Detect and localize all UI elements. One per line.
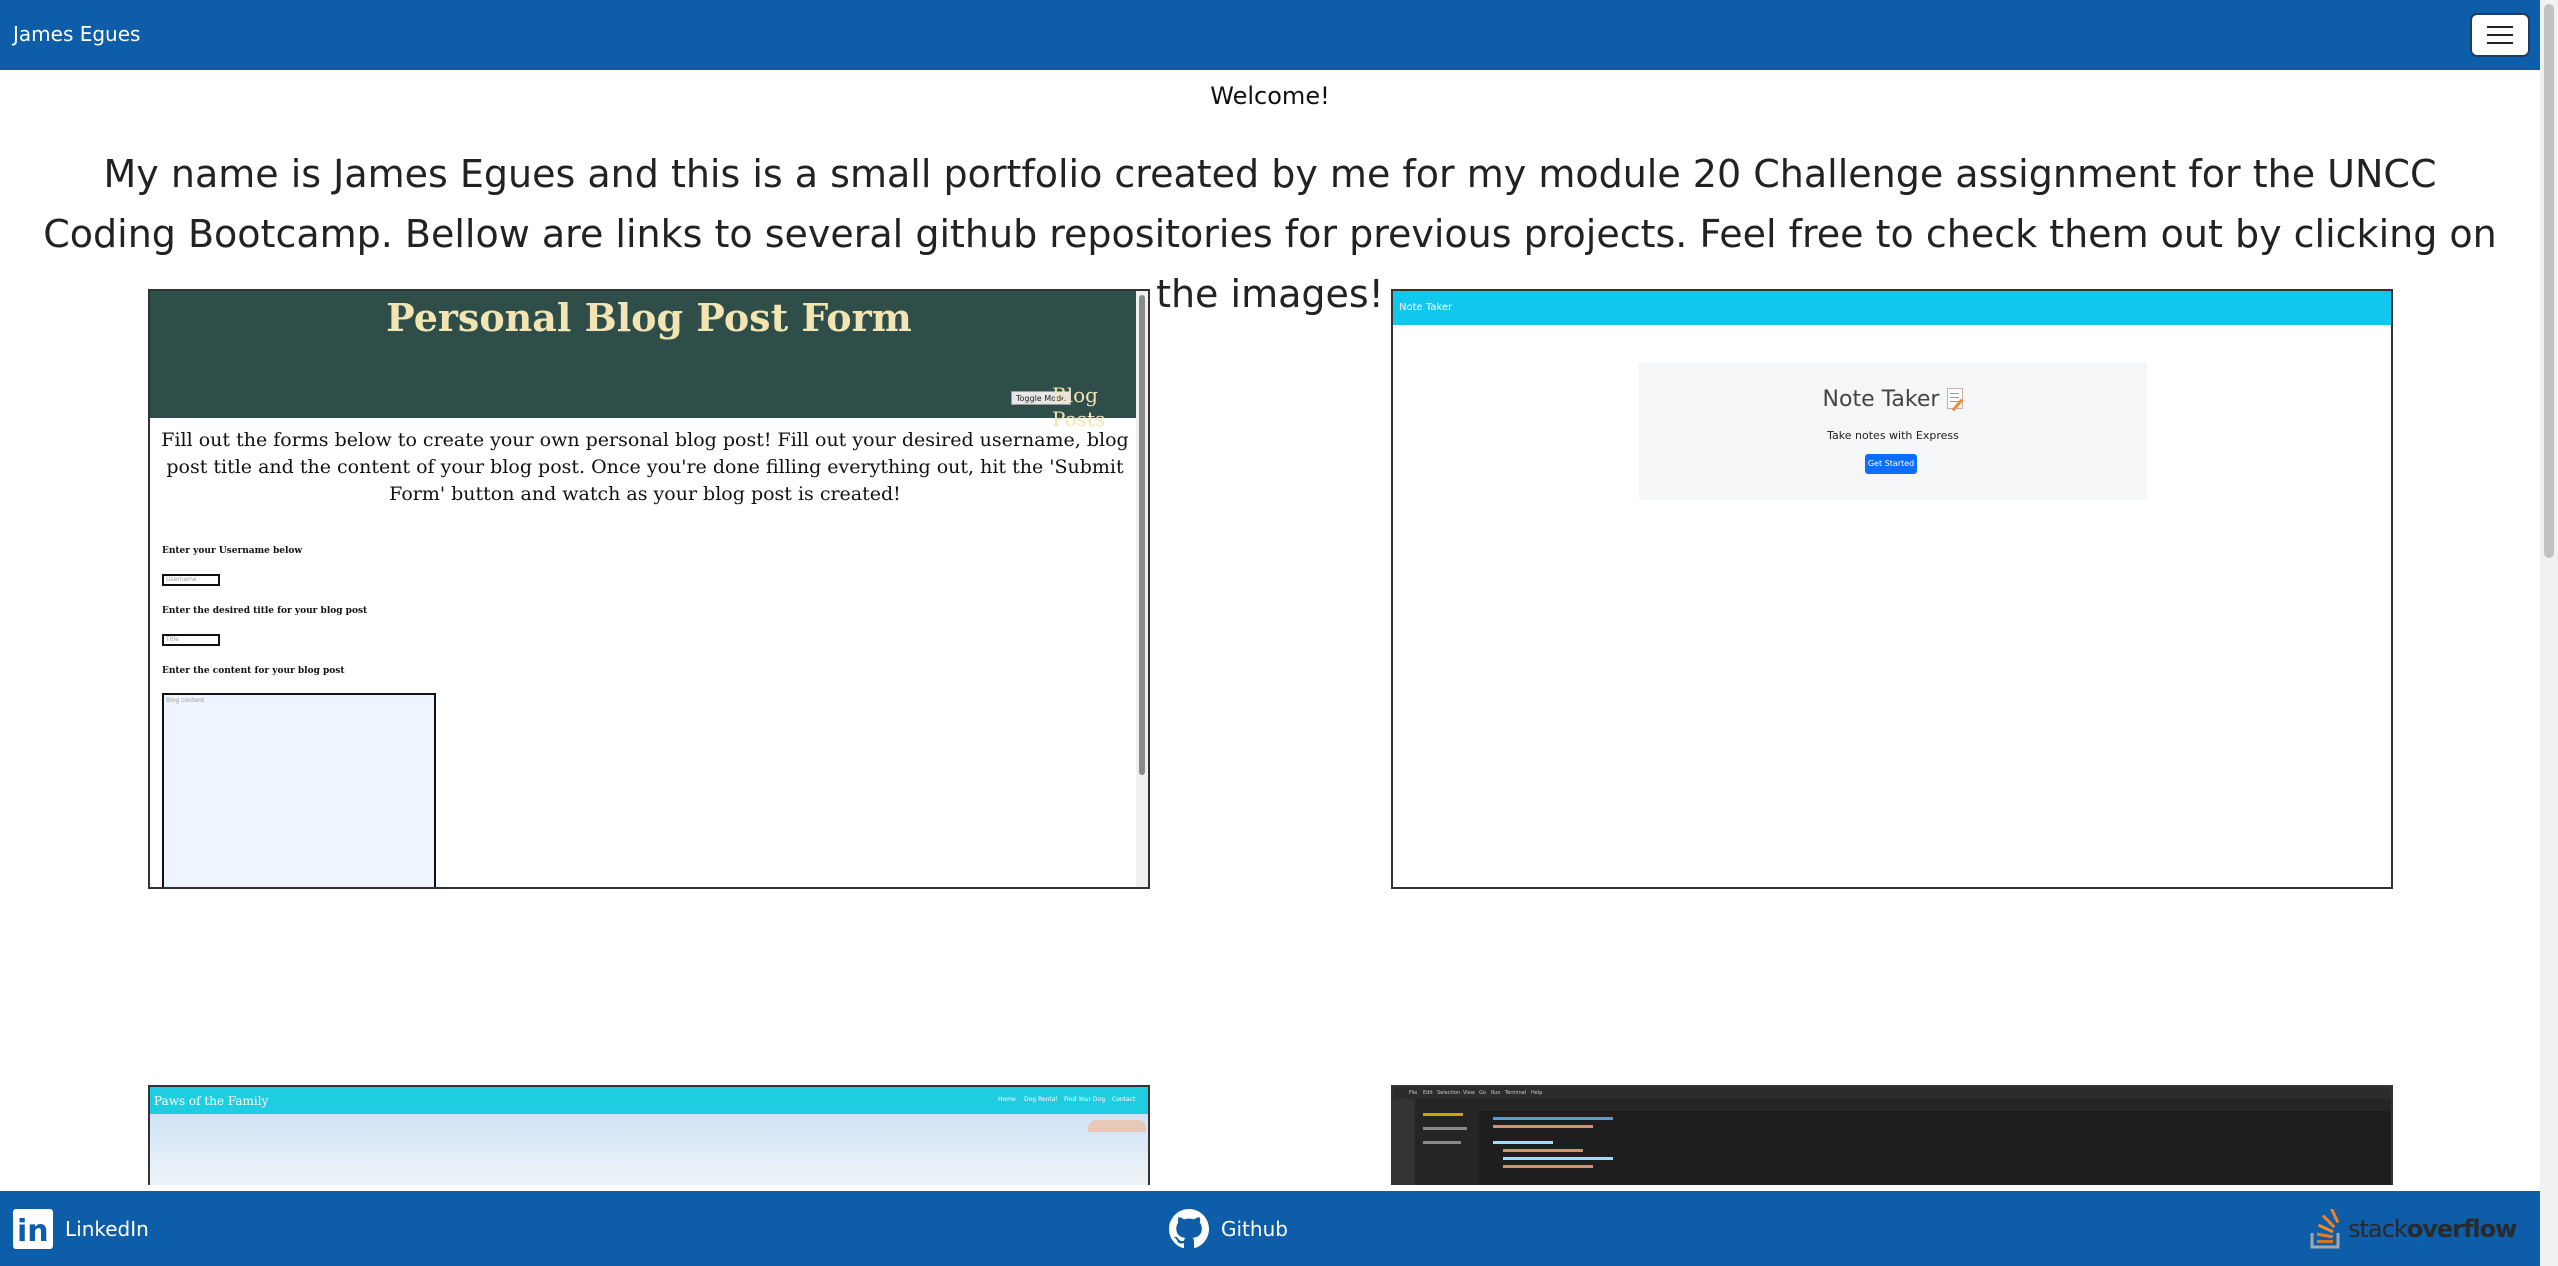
- paws-preview-nav-rental: Dog Rental: [1024, 1096, 1058, 1103]
- footer-linkedin-label: LinkedIn: [65, 1216, 149, 1241]
- top-navbar: James Egues: [0, 0, 2540, 70]
- blog-preview-username-input: Username: [162, 574, 220, 586]
- blog-preview-scrollbar: [1136, 291, 1148, 887]
- blog-preview-title-input: Title: [162, 634, 220, 646]
- blog-preview-description: Fill out the forms below to create your …: [161, 429, 1129, 505]
- note-preview-brand: Note Taker: [1399, 302, 1453, 313]
- project-card-note-taker[interactable]: Note Taker Note Taker Take notes with Ex…: [1391, 289, 2393, 889]
- stackoverflow-icon: [2310, 1208, 2340, 1248]
- page-scrollbar[interactable]: [2540, 0, 2558, 1266]
- footer-linkedin-link[interactable]: in LinkedIn: [13, 1191, 149, 1266]
- paws-preview-nav-contact: Contact: [1112, 1096, 1136, 1103]
- footer-github-link[interactable]: Github: [1169, 1191, 1288, 1266]
- hamburger-icon: [2487, 26, 2513, 28]
- project-card-code-editor[interactable]: File Edit Selection View Go Run Terminal…: [1391, 1085, 2393, 1185]
- blog-preview-posts-link: Blog Posts: [1052, 383, 1106, 431]
- footer: in LinkedIn Github stackoverflow: [0, 1191, 2540, 1266]
- note-preview-heading: Note Taker: [1639, 387, 2147, 412]
- project-card-blog-post-form[interactable]: Personal Blog Post Form Toggle Mode Blog…: [148, 289, 1150, 889]
- page-scrollbar-thumb[interactable]: [2544, 4, 2554, 558]
- blog-preview-title-label: Enter the desired title for your blog po…: [162, 606, 368, 616]
- paws-preview-nav-find: Find Your Dog: [1064, 1096, 1106, 1103]
- navbar-brand[interactable]: James Egues: [13, 22, 140, 46]
- navbar-toggler-button[interactable]: [2470, 13, 2530, 57]
- project-card-paws-of-the-family[interactable]: Paws of the Family Home Dog Rental Find …: [148, 1085, 1150, 1185]
- footer-stackoverflow-link[interactable]: stackoverflow: [2310, 1191, 2517, 1266]
- code-editor-menubar: File Edit Selection View Go Run Terminal…: [1393, 1087, 2391, 1099]
- stackoverflow-wordmark: stackoverflow: [2348, 1214, 2517, 1243]
- blog-preview-content-label: Enter the content for your blog post: [162, 666, 345, 676]
- paws-preview-navbar: Paws of the Family Home Dog Rental Find …: [150, 1087, 1148, 1114]
- note-preview-navbar: Note Taker: [1393, 291, 2391, 325]
- blog-preview-content-textarea: Blog content: [162, 693, 436, 887]
- paws-preview-nav-home: Home: [998, 1096, 1016, 1103]
- note-preview-get-started-button: Get Started: [1865, 454, 1917, 474]
- paws-preview-hero-image: [150, 1114, 1148, 1185]
- memo-icon: [1947, 388, 1964, 409]
- blog-preview-title: Personal Blog Post Form: [386, 295, 912, 340]
- blog-preview-username-label: Enter your Username below: [162, 546, 303, 556]
- paws-preview-brand: Paws of the Family: [154, 1094, 269, 1108]
- github-icon: [1169, 1208, 1209, 1248]
- code-editor-preview: File Edit Selection View Go Run Terminal…: [1393, 1087, 2391, 1185]
- linkedin-icon: in: [13, 1208, 53, 1249]
- footer-github-label: Github: [1221, 1216, 1288, 1241]
- note-preview-subtitle: Take notes with Express: [1827, 429, 1959, 442]
- blog-preview-header: Personal Blog Post Form Toggle Mode Blog…: [150, 291, 1148, 431]
- welcome-text: Welcome!: [1210, 82, 1330, 110]
- note-preview-jumbotron: Note Taker Take notes with Express Get S…: [1639, 363, 2147, 500]
